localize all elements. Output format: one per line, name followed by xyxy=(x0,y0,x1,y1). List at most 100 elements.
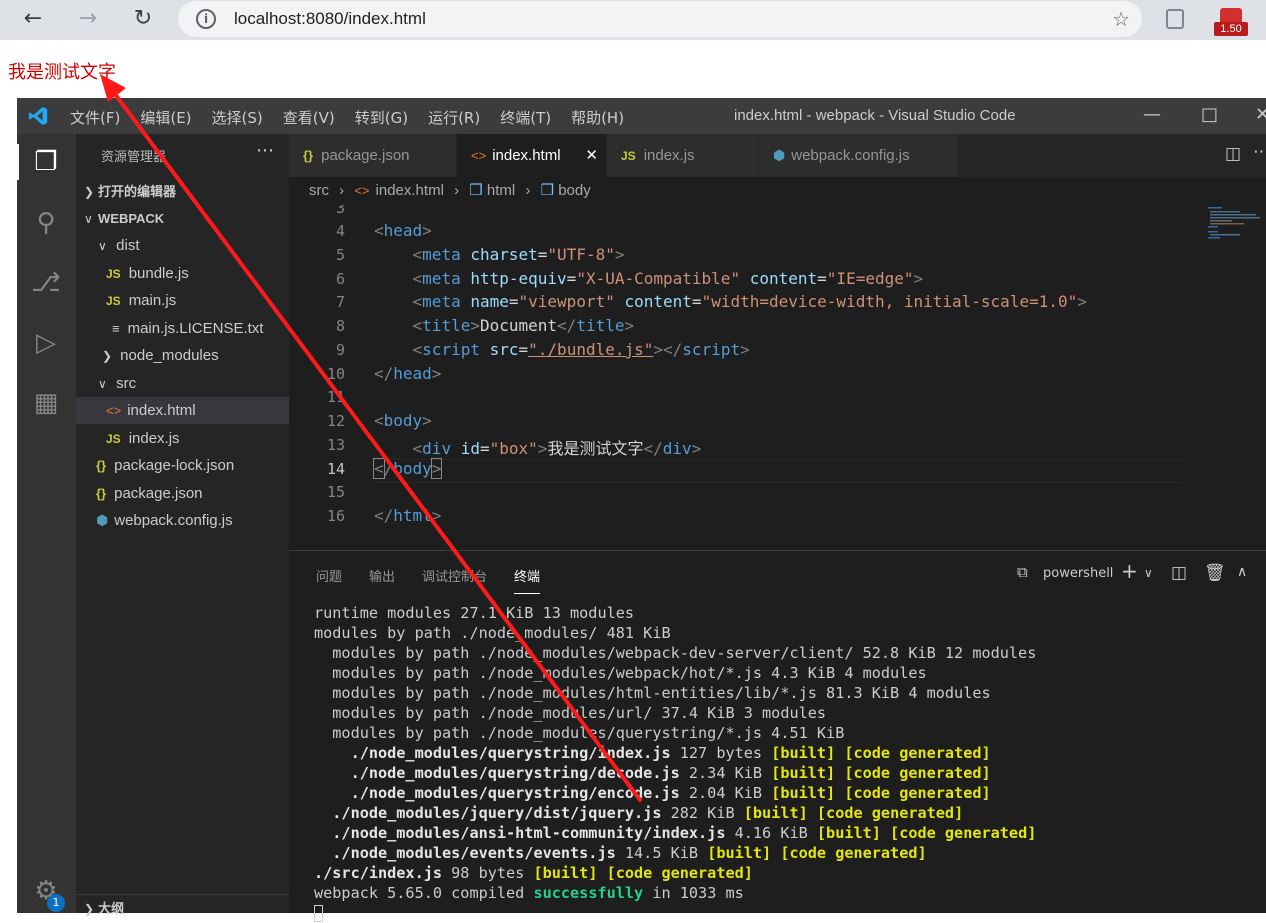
bookmark-star-icon[interactable]: ☆ xyxy=(1112,7,1130,31)
tree-folder-dist[interactable]: ∨ dist xyxy=(76,232,289,259)
tree-label: index.js xyxy=(128,430,180,447)
open-editors-section[interactable]: ❯ 打开的编辑器 xyxy=(76,178,289,205)
new-terminal-icon[interactable]: + xyxy=(1121,559,1138,583)
tree-file-main-js[interactable]: JS main.js xyxy=(76,287,289,314)
chevron-right-icon: ❯ xyxy=(102,349,113,363)
trash-icon[interactable]: 🗑 xyxy=(1204,563,1226,583)
breadcrumb-html[interactable]: html xyxy=(487,182,515,199)
line-number: 9 xyxy=(335,341,345,359)
html-file-icon: <> xyxy=(106,403,122,418)
tree-file-index-js[interactable]: JS index.js xyxy=(76,425,289,452)
more-actions-icon[interactable]: ⋯ xyxy=(256,140,275,161)
tab-index-html[interactable]: <> index.html ✕ xyxy=(457,134,607,177)
panel-tabs: 问题 输出 调试控制台 终端 xyxy=(316,566,541,594)
line-number: 4 xyxy=(335,222,345,240)
terminal-line: ./node_modules/ansi-html-community/index… xyxy=(314,824,1037,842)
maximize-icon[interactable]: □ xyxy=(1201,104,1218,125)
tree-file-package-json[interactable]: {} package.json xyxy=(76,480,289,507)
reload-icon[interactable]: ↻ xyxy=(127,5,159,33)
terminal-line: modules by path ./node_modules/html-enti… xyxy=(314,684,991,702)
address-bar[interactable]: i localhost:8080/index.html ☆ xyxy=(178,1,1142,37)
url-text[interactable]: localhost:8080/index.html xyxy=(234,9,426,29)
explorer-icon[interactable]: ❐ xyxy=(29,145,63,179)
tree-label: src xyxy=(116,375,137,392)
menu-file[interactable]: 文件(F) xyxy=(70,107,120,128)
menu-run[interactable]: 运行(R) xyxy=(428,107,480,128)
tree-file-bundle-js[interactable]: JS bundle.js xyxy=(76,260,289,287)
menu-edit[interactable]: 编辑(E) xyxy=(140,107,191,128)
tab-package-json[interactable]: {} package.json xyxy=(289,134,457,177)
line-number: 8 xyxy=(335,317,345,335)
panel-tab-debug-console[interactable]: 调试控制台 xyxy=(422,566,487,594)
code-editor[interactable]: 3 4 5 6 7 8 9 10 11 12 13 14 15 16 <head… xyxy=(289,205,1266,550)
webpack-file-icon: ⬢ xyxy=(773,147,786,163)
tree-file-package-lock[interactable]: {} package-lock.json xyxy=(76,452,289,479)
tree-file-webpack-config[interactable]: ⬢ webpack.config.js xyxy=(76,507,289,534)
line-number: 13 xyxy=(326,436,345,454)
json-file-icon: {} xyxy=(303,148,314,163)
js-file-icon: JS xyxy=(106,432,121,446)
tab-webpack-config[interactable]: ⬢ webpack.config.js xyxy=(759,134,959,177)
panel-tab-output[interactable]: 输出 xyxy=(369,566,395,594)
menu-terminal[interactable]: 终端(T) xyxy=(500,107,551,128)
close-window-icon[interactable]: ✕ xyxy=(1255,104,1266,125)
line-number: 12 xyxy=(326,412,345,430)
outline-section[interactable]: ❯ 大纲 xyxy=(76,894,289,921)
close-tab-icon[interactable]: ✕ xyxy=(585,134,598,177)
panel-tab-terminal[interactable]: 终端 xyxy=(514,566,541,594)
tree-label: webpack.config.js xyxy=(114,512,233,529)
breadcrumb: src › <> index.html › ❒ html › ❒ body xyxy=(289,177,1266,205)
split-editor-icon[interactable]: ◫ xyxy=(1225,144,1241,164)
terminal-line: ./node_modules/querystring/decode.js 2.3… xyxy=(314,764,991,782)
run-debug-icon[interactable]: ▷ xyxy=(29,326,63,360)
reader-icon[interactable] xyxy=(1166,9,1184,29)
title-bar: 文件(F) 编辑(E) 选择(S) 查看(V) 转到(G) 运行(R) 终端(T… xyxy=(17,98,1266,134)
chevron-right-icon: › xyxy=(454,182,460,199)
search-icon[interactable]: ⚲ xyxy=(29,206,63,240)
back-icon[interactable]: ← xyxy=(17,5,49,33)
breadcrumb-src[interactable]: src xyxy=(309,182,329,199)
breadcrumb-file[interactable]: index.html xyxy=(376,182,444,199)
chevron-right-icon: ❯ xyxy=(84,185,95,199)
split-terminal-icon[interactable]: ◫ xyxy=(1171,563,1187,583)
line-number: 6 xyxy=(335,270,345,288)
shell-name[interactable]: powershell xyxy=(1043,566,1113,581)
terminal-line: modules by path ./node_modules/ 481 KiB xyxy=(314,624,671,642)
tree-file-index-html[interactable]: <> index.html xyxy=(76,397,289,424)
code-line-12: <body> xyxy=(374,411,432,430)
extensions-icon[interactable]: ▦ xyxy=(29,386,63,420)
menu-help[interactable]: 帮助(H) xyxy=(571,107,624,128)
menu-selection[interactable]: 选择(S) xyxy=(212,107,263,128)
source-control-icon[interactable]: ⎇ xyxy=(29,266,63,300)
background-page xyxy=(0,490,17,913)
terminal-line: ./node_modules/querystring/index.js 127 … xyxy=(314,744,991,762)
minimize-icon[interactable]: — xyxy=(1143,104,1161,125)
more-icon[interactable]: ⋯ xyxy=(1253,142,1266,162)
menu-view[interactable]: 查看(V) xyxy=(283,107,335,128)
minimap[interactable] xyxy=(1206,205,1261,245)
line-number: 3 xyxy=(335,205,345,217)
chevron-down-icon[interactable]: ∨ xyxy=(1144,566,1153,580)
tree-file-license[interactable]: ≡ main.js.LICENSE.txt xyxy=(76,315,289,342)
chevron-up-icon[interactable]: ∧ xyxy=(1237,564,1247,580)
project-label: WEBPACK xyxy=(98,211,165,226)
tree-folder-node-modules[interactable]: ❯ node_modules xyxy=(76,342,289,369)
menu-go[interactable]: 转到(G) xyxy=(355,107,408,128)
forward-icon[interactable]: → xyxy=(72,5,104,33)
code-line-8: <title>Document</title> xyxy=(412,316,635,335)
tab-label: index.js xyxy=(643,147,695,164)
tree-folder-src[interactable]: ∨ src xyxy=(76,370,289,397)
chevron-right-icon: › xyxy=(525,182,531,199)
menu-bar: 文件(F) 编辑(E) 选择(S) 查看(V) 转到(G) 运行(R) 终端(T… xyxy=(70,107,624,128)
breadcrumb-body[interactable]: body xyxy=(558,182,591,199)
panel-tab-problems[interactable]: 问题 xyxy=(316,566,342,594)
tab-label: package.json xyxy=(321,147,410,164)
terminal-line: ./node_modules/jquery/dist/jquery.js 282… xyxy=(314,804,964,822)
line-number: 5 xyxy=(335,246,345,264)
terminal-output[interactable]: runtime modules 27.1 KiB 13 modules modul… xyxy=(314,603,1036,923)
project-section[interactable]: ∨ WEBPACK xyxy=(76,205,289,232)
explorer-header: 资源管理器 xyxy=(101,150,167,165)
tab-index-js[interactable]: JS index.js xyxy=(607,134,759,177)
element-icon: ❒ xyxy=(469,182,483,199)
site-info-icon[interactable]: i xyxy=(196,9,216,29)
